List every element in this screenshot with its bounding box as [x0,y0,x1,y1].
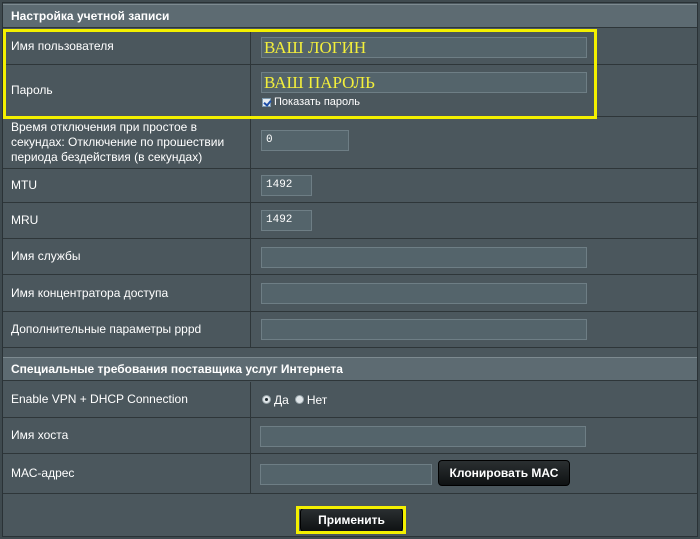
service-name-input[interactable] [261,247,587,268]
isp-section-header: Специальные требования поставщика услуг … [3,357,697,381]
service-name-label: Имя службы [3,239,251,274]
radio-unselected-icon[interactable] [294,395,304,404]
username-label: Имя пользователя [3,29,251,64]
radio-selected-icon[interactable] [262,395,271,404]
mtu-label: MTU [3,169,251,202]
vpn-dhcp-row: Enable VPN + DHCP Connection Да Нет [3,382,697,418]
access-concentrator-row: Имя концентратора доступа [3,275,697,312]
service-name-row: Имя службы [3,239,697,275]
mru-label: MRU [3,203,251,238]
username-row: Имя пользователя ВАШ ЛОГИН [3,29,697,65]
password-label: Пароль [3,65,251,116]
show-password-checkbox[interactable]: Показать пароль [262,96,360,108]
mac-address-row: МАС-адрес Клонировать МАС [3,454,697,494]
mru-row: MRU 1492 [3,203,697,239]
idle-timeout-input[interactable]: 0 [261,130,349,151]
username-input[interactable]: ВАШ ЛОГИН [261,37,587,58]
mtu-input[interactable]: 1492 [261,175,312,196]
account-section-title: Настройка учетной записи [11,9,170,23]
access-concentrator-input[interactable] [261,283,587,304]
access-concentrator-label: Имя концентратора доступа [3,275,251,311]
vpn-yes-label[interactable]: Да [274,393,289,407]
idle-timeout-label: Время отключения при простое в секундах:… [3,117,251,168]
pppd-options-input[interactable] [261,319,587,340]
password-row: Пароль ВАШ ПАРОЛЬ [3,65,697,117]
mac-address-label: МАС-адрес [3,454,251,493]
clone-mac-button[interactable]: Клонировать МАС [438,460,570,486]
host-name-input[interactable] [260,426,586,447]
host-name-row: Имя хоста [3,418,697,454]
idle-timeout-row: Время отключения при простое в секундах:… [3,117,697,169]
vpn-dhcp-radio-group: Да Нет [262,382,327,417]
vpn-no-label[interactable]: Нет [307,393,327,407]
host-name-label: Имя хоста [3,418,251,453]
password-input[interactable]: ВАШ ПАРОЛЬ [261,72,587,93]
mac-address-input[interactable] [260,464,432,485]
mru-input[interactable]: 1492 [261,210,312,231]
pppd-options-label: Дополнительные параметры pppd [3,312,251,347]
isp-section-title: Специальные требования поставщика услуг … [11,362,343,376]
account-section-header: Настройка учетной записи [3,4,697,28]
mtu-row: MTU 1492 [3,169,697,203]
checkbox-checked-icon[interactable] [262,97,271,107]
vpn-dhcp-label: Enable VPN + DHCP Connection [3,382,251,417]
show-password-label: Показать пароль [274,96,361,108]
pppd-options-row: Дополнительные параметры pppd [3,312,697,348]
apply-button[interactable]: Применить [300,508,403,532]
